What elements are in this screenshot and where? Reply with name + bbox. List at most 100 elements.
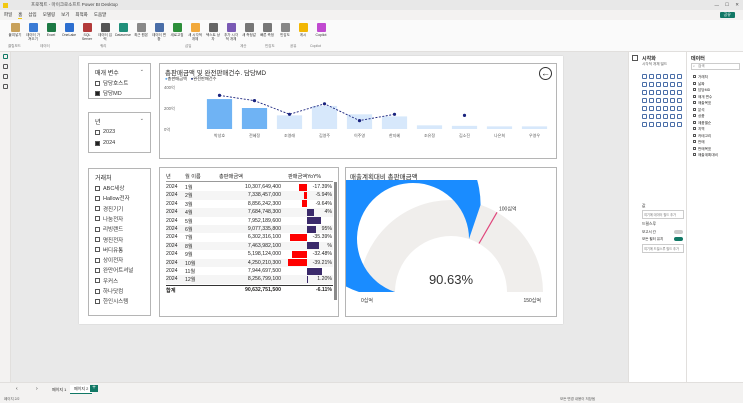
ribbon-button[interactable]: Excel [44, 23, 58, 37]
slicer-option[interactable]: Hallow전자 [95, 194, 130, 202]
menu-item-view[interactable]: 보기 [61, 12, 69, 18]
viz-type-icon[interactable] [677, 90, 682, 95]
data-table-item[interactable]: 거래처 [693, 75, 708, 80]
viz-type-icon[interactable] [677, 98, 682, 103]
bar[interactable] [241, 108, 268, 129]
ribbon-button[interactable]: 붙여넣기 [8, 23, 22, 37]
line-point[interactable] [287, 112, 292, 116]
maximize-button[interactable]: ☐ [725, 2, 729, 8]
viz-type-icon[interactable] [649, 122, 654, 127]
menu-item-optimize[interactable]: 최적화 [75, 12, 87, 18]
menu-item-modeling[interactable]: 모델링 [43, 12, 55, 18]
table-row[interactable]: 2024 1월 10,307,649,400 -17.39% [166, 183, 333, 191]
ribbon-button[interactable]: 새 측정값 [242, 23, 256, 37]
viz-type-icon[interactable] [663, 98, 668, 103]
slicer-option[interactable]: 명진전자 [95, 236, 123, 244]
viz-type-icon[interactable] [677, 122, 682, 127]
viz-type-icon[interactable] [670, 114, 675, 119]
viz-type-icon[interactable] [656, 122, 661, 127]
line-point[interactable] [357, 119, 362, 123]
column-header[interactable]: 월 이름 [185, 173, 201, 180]
slicer-option[interactable]: ABC세상 [95, 184, 124, 192]
ribbon-button[interactable]: 민감도 [278, 23, 292, 37]
table-row[interactable]: 2024 9월 5,198,124,000 -32.48% [166, 250, 333, 258]
tab-page-1[interactable]: 페이지 1 [48, 386, 70, 394]
checkbox[interactable] [95, 216, 100, 222]
slicer-option[interactable]: 2024 [95, 140, 115, 146]
checkbox[interactable] [95, 195, 100, 201]
column-header[interactable]: 판매금액YoY% [288, 173, 321, 180]
slicer-option[interactable]: 담당호스트 [95, 79, 128, 87]
slicer-option[interactable]: 한인시스템 [95, 297, 128, 305]
bar[interactable] [521, 126, 548, 129]
viz-type-icon[interactable] [642, 106, 647, 111]
bar[interactable] [311, 105, 338, 129]
viz-type-icon[interactable] [642, 74, 647, 79]
ribbon-button[interactable]: 데이터 가져오기 [26, 23, 40, 41]
slicer-option[interactable]: 상이전자 [95, 256, 123, 264]
line-point[interactable] [252, 99, 257, 103]
viz-type-icon[interactable] [677, 106, 682, 111]
viz-type-icon[interactable] [677, 114, 682, 119]
viz-type-icon[interactable] [656, 106, 661, 111]
minimize-button[interactable]: — [715, 3, 720, 8]
ribbon-button[interactable]: 데이터 변환 [152, 23, 166, 41]
viz-type-icon[interactable] [663, 74, 668, 79]
values-well[interactable]: 여기에 데이터 필드 추가 [642, 210, 684, 219]
checkbox[interactable] [95, 185, 100, 191]
checkbox[interactable] [95, 226, 100, 232]
table-row[interactable]: 2024 11월 7,944,697,500 [166, 267, 333, 275]
table-row[interactable]: 2024 5월 7,952,189,600 [166, 217, 333, 225]
viz-type-icon[interactable] [649, 98, 654, 103]
viz-type-icon[interactable] [663, 114, 668, 119]
ribbon-button[interactable]: Copilot [314, 23, 328, 37]
ribbon-button[interactable]: 최근 원본 [134, 23, 148, 37]
viz-type-icon[interactable] [663, 122, 668, 127]
viz-type-icon[interactable] [642, 98, 647, 103]
slicer-option[interactable]: 하나닷컴 [95, 287, 123, 295]
data-table-item[interactable]: 지역 [693, 127, 705, 132]
model-view-icon[interactable] [3, 74, 8, 79]
slicer-option[interactable]: 2023 [95, 129, 115, 135]
table-row[interactable]: 2024 4월 7,684,748,300 4% [166, 208, 333, 217]
checkbox[interactable] [95, 257, 100, 263]
column-header[interactable]: 년 [166, 173, 171, 180]
viz-type-icon[interactable] [642, 114, 647, 119]
data-table-item[interactable]: 매출목표 [693, 101, 711, 106]
viz-type-icon[interactable] [670, 90, 675, 95]
checkbox[interactable] [95, 278, 100, 284]
table-row[interactable]: 2024 7월 6,302,316,100 -35.39% [166, 233, 333, 241]
chevron-down-icon[interactable]: ⌄ [140, 67, 144, 73]
prev-page-icon[interactable]: ‹ [16, 386, 18, 392]
viz-type-icon[interactable] [656, 74, 661, 79]
checkbox[interactable] [95, 237, 100, 242]
ribbon-button[interactable]: 데이터 입력 [98, 23, 112, 41]
viz-type-icon[interactable] [642, 122, 647, 127]
back-arrow-icon[interactable]: ← [539, 67, 552, 80]
table-row[interactable]: 2024 6월 9,077,335,800 95% [166, 225, 333, 234]
ribbon-button[interactable]: 새 시각적 개체 [188, 23, 202, 41]
menu-item-home[interactable]: 홈 [18, 12, 23, 19]
table-row[interactable]: 2024 10월 4,250,210,300 -39.21% [166, 258, 333, 267]
slicer-option[interactable]: 나눔전자 [95, 215, 123, 223]
bar[interactable] [381, 116, 408, 129]
data-table-item[interactable]: 판매목표 [693, 146, 711, 152]
viz-type-icon[interactable] [656, 114, 661, 119]
viz-type-icon[interactable] [670, 98, 675, 103]
checkbox[interactable] [95, 247, 100, 253]
table-view-icon[interactable] [3, 64, 8, 69]
data-table-item[interactable]: 날짜 [693, 81, 705, 87]
next-page-icon[interactable]: › [36, 386, 38, 392]
add-page-button[interactable]: + [90, 385, 98, 392]
table-row[interactable]: 2024 2월 7,338,457,000 -5.94% [166, 191, 333, 200]
keep-filters-toggle[interactable] [674, 237, 683, 241]
bar[interactable] [486, 126, 513, 129]
viz-type-icon[interactable] [663, 82, 668, 87]
viz-type-icon[interactable] [649, 90, 654, 95]
data-table-item[interactable]: 담당MD [693, 88, 710, 93]
viz-type-icon[interactable] [663, 90, 668, 95]
slicer-option[interactable]: 리빙랜드 [95, 225, 123, 233]
ribbon-button[interactable]: 새로고침 [170, 23, 184, 37]
line-point[interactable] [322, 102, 327, 106]
table-row[interactable]: 2024 8월 7,463,982,100% [166, 241, 333, 251]
